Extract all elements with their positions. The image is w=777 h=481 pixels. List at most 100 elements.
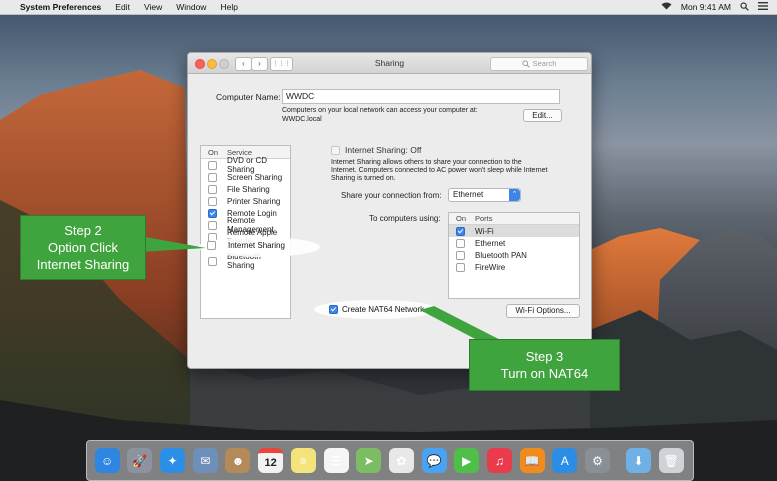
service-checkbox[interactable] <box>208 184 217 194</box>
calendar-icon[interactable]: 12 <box>258 448 284 473</box>
step2-callout: Step 2 Option Click Internet Sharing <box>20 215 146 280</box>
menu-app-name[interactable]: System Preferences <box>20 2 101 12</box>
music-icon[interactable]: ♫ <box>486 448 512 473</box>
port-rows: Wi-Fi Ethernet Bluetooth PAN FireWire <box>449 225 579 273</box>
internet-sharing-description-line3: Sharing is turned on. <box>331 175 396 182</box>
service-row[interactable]: DVD or CD Sharing <box>201 156 290 174</box>
computer-name-value: WWDC <box>286 91 315 101</box>
edit-button[interactable]: Edit... <box>523 109 562 122</box>
ports-col-on: On <box>456 214 467 223</box>
port-row[interactable]: Bluetooth PAN <box>449 249 579 261</box>
port-label: FireWire <box>475 262 506 272</box>
photos-icon[interactable]: ✿ <box>388 448 414 473</box>
port-label: Wi-Fi <box>475 226 494 236</box>
service-checkbox[interactable] <box>208 220 217 230</box>
service-checkbox[interactable] <box>208 160 217 170</box>
spotlight-search-icon[interactable] <box>740 1 749 13</box>
nat64-label: Create NAT64 Network <box>342 305 425 314</box>
service-list: On Service DVD or CD Sharing Screen Shari… <box>200 145 291 319</box>
ports-table: On Ports Wi-Fi Ethernet Bluetooth PAN FireW… <box>448 212 580 299</box>
internet-sharing-highlight-label: Internet Sharing <box>228 241 285 250</box>
step2-line3: Internet Sharing <box>36 257 130 272</box>
service-checkbox[interactable] <box>208 208 217 218</box>
internet-sharing-highlight-row[interactable]: Internet Sharing <box>207 241 285 250</box>
menu-clock[interactable]: Mon 9:41 AM <box>681 2 731 12</box>
service-row[interactable]: Bluetooth Sharing <box>201 252 290 270</box>
menu-bar: System Preferences Edit View Window Help… <box>0 0 777 15</box>
internet-sharing-description-line1: Internet Sharing allows others to share … <box>331 159 522 166</box>
step2-title: Step 2 <box>64 223 102 238</box>
computer-name-description-line1: Computers on your local network can acce… <box>282 107 478 114</box>
finder-icon[interactable]: ☺ <box>94 448 120 473</box>
menu-window[interactable]: Window <box>176 2 206 12</box>
notes-icon[interactable]: ≡ <box>290 448 316 473</box>
launchpad-icon[interactable]: 🚀 <box>127 448 153 473</box>
safari-icon[interactable]: ✦ <box>160 448 186 473</box>
internet-sharing-checkbox[interactable] <box>207 241 216 250</box>
service-row[interactable]: Printer Sharing <box>201 195 290 207</box>
nat64-row[interactable]: Create NAT64 Network <box>329 305 424 314</box>
port-checkbox[interactable] <box>456 250 465 260</box>
share-from-value: Ethernet <box>453 190 484 199</box>
wifi-options-button[interactable]: Wi-Fi Options... <box>506 304 580 318</box>
nat64-checkbox[interactable] <box>329 305 338 314</box>
window-titlebar[interactable]: ‹ › ⋮⋮⋮ Sharing Search <box>188 53 591 74</box>
search-field[interactable]: Search <box>490 57 588 71</box>
service-label: DVD or CD Sharing <box>227 156 268 174</box>
service-row[interactable]: File Sharing <box>201 183 290 195</box>
facetime-icon[interactable]: ▶ <box>454 448 480 473</box>
computer-name-description-line2: WWDC.local <box>282 116 322 123</box>
port-label: Bluetooth PAN <box>475 250 527 260</box>
port-row[interactable]: Wi-Fi <box>449 225 579 237</box>
search-placeholder: Search <box>532 59 557 68</box>
service-checkbox[interactable] <box>208 256 217 266</box>
menu-help[interactable]: Help <box>220 2 237 12</box>
messages-icon[interactable]: 💬 <box>421 448 447 473</box>
trash-icon[interactable]: 🗑 <box>658 448 684 473</box>
service-checkbox[interactable] <box>208 172 217 182</box>
dock: ☺ 🚀 ✦ ✉ ☻ 12 ≡ ☰ ➤ ✿ 💬 ▶ ♫ 📖 A ⚙ ⬇ 🗑 <box>86 440 694 481</box>
internet-sharing-status: Internet Sharing: Off <box>345 145 422 155</box>
service-label: Screen Sharing <box>227 172 283 182</box>
service-checkbox[interactable] <box>208 196 217 206</box>
port-checkbox[interactable] <box>456 226 465 236</box>
port-checkbox[interactable] <box>456 238 465 248</box>
search-icon <box>522 60 530 68</box>
downloads-folder-icon[interactable]: ⬇ <box>626 448 651 473</box>
maps-icon[interactable]: ➤ <box>356 448 382 473</box>
step3-title: Step 3 <box>525 349 564 364</box>
computer-name-label: Computer Name: <box>216 92 281 102</box>
internet-sharing-status-checkbox[interactable] <box>331 145 340 155</box>
contacts-icon[interactable]: ☻ <box>225 448 251 473</box>
mail-stamp-icon[interactable]: ✉ <box>192 448 218 473</box>
port-label: Ethernet <box>475 238 506 248</box>
computer-name-input[interactable]: WWDC <box>282 89 560 104</box>
menu-edit[interactable]: Edit <box>115 2 130 12</box>
notification-center-icon[interactable] <box>758 2 768 12</box>
port-row[interactable]: FireWire <box>449 261 579 273</box>
share-from-label: Share your connection from: <box>341 191 442 200</box>
ibooks-icon[interactable]: 📖 <box>519 448 545 473</box>
step2-line2: Option Click <box>47 240 119 255</box>
system-preferences-icon[interactable]: ⚙ <box>585 448 610 473</box>
ports-table-header: On Ports <box>449 213 579 225</box>
to-computers-label: To computers using: <box>369 214 441 223</box>
ports-col-ports: Ports <box>475 214 493 223</box>
share-from-select[interactable]: Ethernet ⌃ <box>448 188 521 202</box>
sharing-window: ‹ › ⋮⋮⋮ Sharing Search Computer Name: WW… <box>187 52 592 369</box>
service-label: File Sharing <box>227 184 270 194</box>
service-col-on: On <box>208 147 219 157</box>
step3-line2: Turn on NAT64 <box>500 366 589 381</box>
port-checkbox[interactable] <box>456 262 465 272</box>
service-row[interactable]: Screen Sharing <box>201 171 290 183</box>
reminders-icon[interactable]: ☰ <box>323 448 349 473</box>
internet-sharing-description-line2: Internet. Computers connected to AC powe… <box>331 167 548 174</box>
service-label: Printer Sharing <box>227 196 281 206</box>
internet-sharing-status-row: Internet Sharing: Off <box>331 145 421 155</box>
select-chevron-icon: ⌃ <box>509 189 520 201</box>
step3-callout: Step 3 Turn on NAT64 <box>469 339 620 391</box>
menu-view[interactable]: View <box>144 2 162 12</box>
wifi-icon[interactable] <box>661 2 672 12</box>
port-row[interactable]: Ethernet <box>449 237 579 249</box>
app-store-icon[interactable]: A <box>552 448 578 473</box>
